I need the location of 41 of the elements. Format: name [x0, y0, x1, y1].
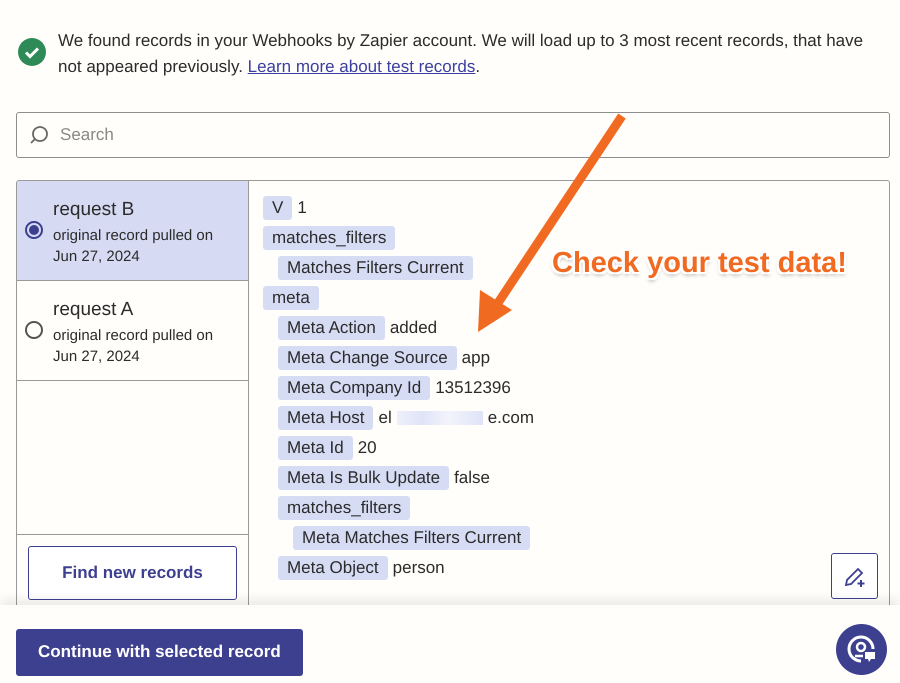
- edit-add-button[interactable]: [831, 553, 878, 599]
- success-check-icon: [18, 38, 46, 66]
- record-item[interactable]: request B original record pulled on Jun 27, 2024: [17, 181, 248, 281]
- field-value: 1: [297, 198, 307, 218]
- record-item[interactable]: request A original record pulled on Jun 27, 2024: [17, 281, 248, 381]
- field-value: 13512396: [435, 378, 511, 398]
- support-agent-icon: [846, 634, 876, 664]
- field-value: person: [392, 558, 445, 578]
- find-new-records-button[interactable]: Find new records: [28, 546, 237, 600]
- search-icon: [28, 124, 50, 146]
- field-value: added: [390, 318, 438, 338]
- field-key: V: [263, 196, 292, 220]
- field-key: Meta Matches Filters Current: [293, 526, 530, 550]
- field-key: matches_filters: [263, 226, 396, 250]
- radio-button[interactable]: [25, 321, 43, 339]
- field-key: Meta Object: [278, 556, 388, 580]
- record-title: request A: [53, 299, 134, 321]
- record-subtitle: original record pulled on Jun 27, 2024: [53, 326, 214, 367]
- learn-more-link[interactable]: Learn more about test records: [248, 57, 476, 76]
- field-key: Meta Action: [278, 316, 385, 340]
- search-field[interactable]: Search: [16, 112, 890, 158]
- field-value: 20: [358, 438, 377, 458]
- field-key: Meta Is Bulk Update: [278, 466, 450, 490]
- field-value: app: [462, 348, 490, 368]
- support-button[interactable]: [836, 624, 887, 674]
- radio-button[interactable]: [25, 221, 43, 239]
- annotation-text: Check your test data!: [552, 247, 847, 280]
- field-value: el: [378, 408, 392, 428]
- field-key: Meta Company Id: [278, 376, 430, 400]
- field-value: e.com: [488, 408, 534, 428]
- field-key: Meta Id: [278, 436, 353, 460]
- field-key: Meta Change Source: [278, 346, 457, 370]
- field-key: Meta Host: [278, 406, 374, 430]
- record-title: request B: [53, 199, 136, 221]
- field-key: matches_filters: [278, 496, 410, 520]
- field-key: meta: [263, 286, 319, 310]
- notice-text: We found records in your Webhooks by Zapier account. We will load up to 3 most recent records, that have not appeared previously. Learn more about test records.: [58, 30, 864, 78]
- continue-button[interactable]: Continue with selected record: [16, 628, 303, 676]
- record-subtitle: original record pulled on Jun 27, 2024: [53, 226, 214, 267]
- field-key: Matches Filters Current: [278, 256, 473, 280]
- field-value: false: [454, 468, 490, 488]
